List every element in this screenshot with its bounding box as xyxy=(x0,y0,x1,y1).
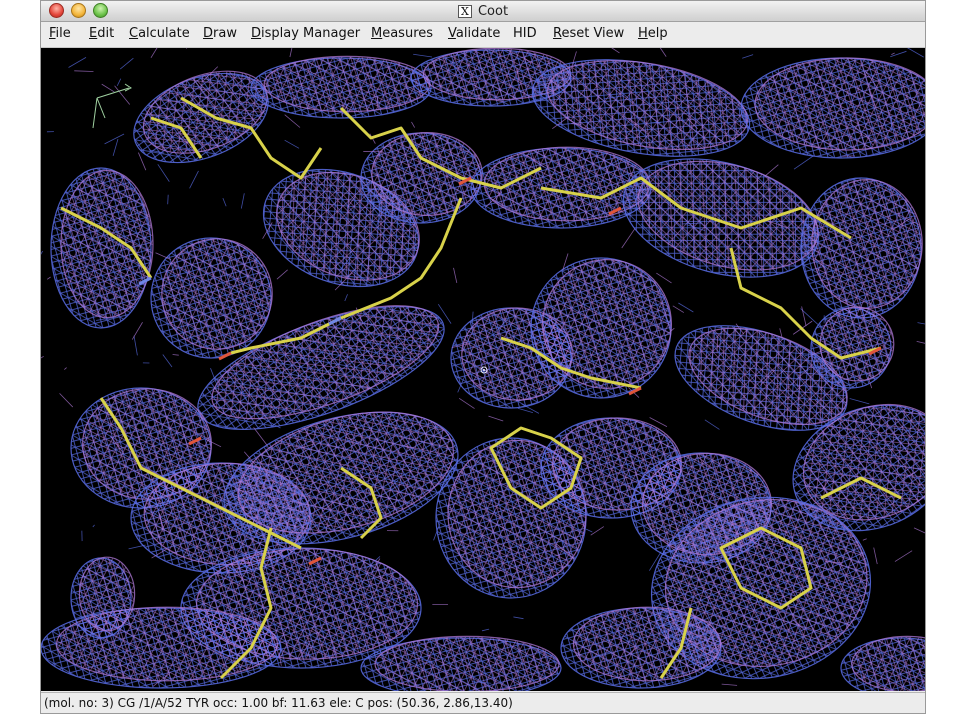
density-strand xyxy=(800,308,819,325)
density-strand xyxy=(253,427,269,447)
density-strand xyxy=(41,250,43,255)
molecular-graphics-canvas[interactable] xyxy=(41,48,925,691)
density-strand xyxy=(64,367,67,370)
density-strand xyxy=(116,78,122,87)
menu-validate[interactable]: Validate xyxy=(448,26,500,41)
menu-calculate[interactable]: Calculate xyxy=(129,26,190,41)
atom-info-status: (mol. no: 3) CG /1/A/52 TYR occ: 1.00 bf… xyxy=(44,696,513,710)
status-bar: (mol. no: 3) CG /1/A/52 TYR occ: 1.00 bf… xyxy=(41,692,925,713)
density-strand xyxy=(41,355,44,359)
menu-measures[interactable]: Measures xyxy=(371,26,433,41)
density-strand xyxy=(138,152,147,171)
density-strand xyxy=(59,393,74,408)
density-strand xyxy=(101,83,115,93)
density-strand xyxy=(672,305,685,313)
density-mesh-layer xyxy=(41,48,925,691)
density-strand xyxy=(585,528,593,533)
density-strand xyxy=(343,173,351,175)
window-title: X Coot xyxy=(41,1,925,21)
density-blob xyxy=(78,556,136,632)
density-strand xyxy=(150,48,158,58)
density-strand xyxy=(916,340,925,344)
density-strand xyxy=(742,54,754,59)
density-strand xyxy=(721,683,738,686)
density-strand xyxy=(704,419,720,430)
density-strand xyxy=(276,269,288,280)
density-strand xyxy=(157,164,170,182)
density-strand xyxy=(913,527,925,534)
density-strand xyxy=(189,170,199,189)
menu-file[interactable]: File xyxy=(49,26,71,41)
density-strand xyxy=(891,52,895,56)
title-bar[interactable]: X Coot xyxy=(41,1,925,22)
density-strand xyxy=(74,70,94,72)
density-strand xyxy=(801,306,807,327)
density-blob xyxy=(811,179,923,310)
density-strand xyxy=(284,139,300,149)
density-strand xyxy=(104,133,125,145)
density-strand xyxy=(222,197,227,207)
density-strand xyxy=(68,57,87,68)
density-strand xyxy=(590,526,605,536)
density-strand xyxy=(131,322,143,340)
density-strand xyxy=(344,294,348,302)
density-strand xyxy=(284,114,301,128)
density-blob xyxy=(60,169,154,319)
density-strand xyxy=(411,121,415,128)
density-strand xyxy=(112,138,119,156)
density-blob xyxy=(161,238,273,350)
density-blob xyxy=(374,635,560,691)
density-strand xyxy=(162,354,173,368)
density-blob xyxy=(819,306,895,382)
menu-edit[interactable]: Edit xyxy=(89,26,114,41)
density-strand xyxy=(621,228,636,249)
density-strand xyxy=(240,193,245,209)
density-strand xyxy=(92,524,95,528)
electron-density-scene xyxy=(41,48,925,691)
menu-draw[interactable]: Draw xyxy=(203,26,237,41)
density-strand xyxy=(133,335,138,356)
menu-bar: File Edit Calculate Draw Display Manager… xyxy=(41,22,925,48)
density-strand xyxy=(413,53,433,58)
density-strand xyxy=(907,48,924,58)
density-strand xyxy=(172,354,179,356)
density-strand xyxy=(453,267,458,284)
menu-display-manager[interactable]: Display Manager xyxy=(251,26,360,41)
density-blob xyxy=(371,131,483,217)
density-blob xyxy=(263,55,431,113)
density-strand xyxy=(458,398,475,409)
density-strand xyxy=(793,155,815,170)
density-strand xyxy=(656,272,672,284)
menu-help[interactable]: Help xyxy=(638,26,668,41)
density-strand xyxy=(488,415,504,422)
window-title-label: Coot xyxy=(477,3,509,19)
x11-icon: X xyxy=(457,4,472,18)
density-strand xyxy=(611,48,620,54)
density-strand xyxy=(513,616,524,620)
density-strand xyxy=(289,48,293,58)
density-blob xyxy=(572,606,722,682)
density-strand xyxy=(917,322,925,325)
density-strand xyxy=(862,538,867,541)
density-strand xyxy=(873,547,878,565)
density-strand xyxy=(481,628,490,632)
menu-hid[interactable]: HID xyxy=(513,26,537,41)
density-strand xyxy=(659,48,667,57)
coot-window: X Coot File Edit Calculate Draw Display … xyxy=(40,0,926,714)
density-strand xyxy=(119,57,134,70)
density-strand xyxy=(764,164,779,177)
density-blob xyxy=(754,57,925,151)
density-strand xyxy=(186,48,188,49)
density-strand xyxy=(128,544,146,550)
density-strand xyxy=(797,375,799,388)
desktop-background-fragment xyxy=(0,698,40,720)
density-strand xyxy=(849,398,870,405)
density-strand xyxy=(46,276,51,280)
density-strand xyxy=(894,550,913,562)
menu-reset-view[interactable]: Reset View xyxy=(553,26,624,41)
